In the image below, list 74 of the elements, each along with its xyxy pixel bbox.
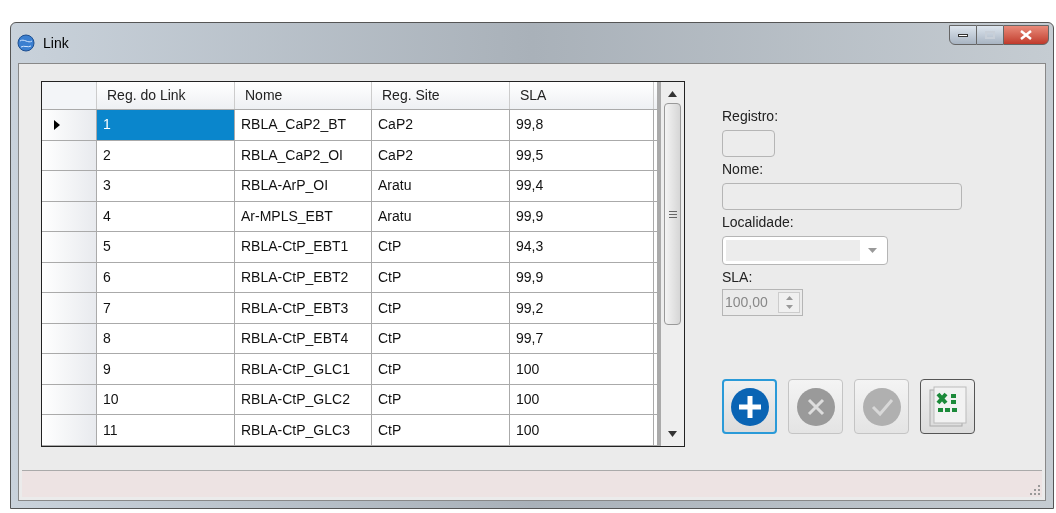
table-cell: RBLA-CtP_EBT2 — [235, 262, 372, 293]
table-cell: 3 — [97, 171, 235, 201]
column-header[interactable]: Reg. Site — [372, 82, 510, 109]
check-icon — [861, 386, 902, 427]
table-cell: RBLA-ArP_OI — [235, 171, 372, 201]
scroll-thumb[interactable] — [664, 103, 681, 325]
table-cell: 99,4 — [510, 171, 654, 201]
close-icon — [1020, 30, 1032, 40]
table-cell: 11 — [97, 415, 235, 445]
table-cell: RBLA-CtP_GLC2 — [235, 384, 372, 415]
window-title: Link — [43, 33, 69, 53]
table-cell: RBLA-CtP_EBT4 — [235, 323, 372, 354]
column-header[interactable]: SLA — [510, 82, 654, 109]
table-cell: 99,9 — [510, 201, 654, 232]
close-icon — [795, 386, 836, 427]
table-cell: 100 — [510, 415, 654, 445]
table-cell: RBLA_CaP2_OI — [235, 140, 372, 171]
table-cell: 10 — [97, 384, 235, 415]
table-cell: 9 — [97, 354, 235, 384]
table-cell: 99,7 — [510, 323, 654, 354]
table-cell: 7 — [97, 293, 235, 323]
column-header[interactable]: Reg. do Link — [97, 82, 235, 109]
table-cell: 99,5 — [510, 140, 654, 171]
field-label: Registro: — [722, 107, 779, 125]
plus-icon — [729, 386, 770, 427]
table-cell: 5 — [97, 232, 235, 262]
table-cell: 1 — [97, 109, 235, 140]
table-cell: CtP — [372, 415, 510, 445]
table-cell: 100 — [510, 384, 654, 415]
resize-grip-icon[interactable] — [1030, 485, 1040, 495]
table-cell: 4 — [97, 201, 235, 232]
field-label: SLA: — [722, 268, 753, 286]
table-cell: RBLA-CtP_EBT3 — [235, 293, 372, 323]
add-button[interactable] — [722, 379, 777, 434]
table-cell: CtP — [372, 293, 510, 323]
scroll-down-icon[interactable] — [668, 431, 677, 437]
down-arrow-icon — [785, 305, 793, 310]
table-cell: 99,8 — [510, 109, 654, 140]
table-cell: 6 — [97, 262, 235, 293]
table-cell: 99,2 — [510, 293, 654, 323]
globe-icon — [17, 34, 35, 52]
table-cell: 94,3 — [510, 232, 654, 262]
scroll-up-icon[interactable] — [668, 91, 677, 97]
table-cell: RBLA-CtP_EBT1 — [235, 232, 372, 262]
table-cell: Ar-MPLS_EBT — [235, 201, 372, 232]
table-cell: RBLA-CtP_GLC1 — [235, 354, 372, 384]
table-cell: 8 — [97, 323, 235, 354]
table-cell: CtP — [372, 323, 510, 354]
table-cell: 99,9 — [510, 262, 654, 293]
table-cell: 100 — [510, 354, 654, 384]
grip-icon — [668, 210, 677, 218]
table-cell: CaP2 — [372, 140, 510, 171]
minimize-button[interactable] — [949, 25, 977, 45]
close-button[interactable] — [1003, 25, 1049, 45]
table-cell: Aratu — [372, 171, 510, 201]
field-label: Nome: — [722, 160, 764, 178]
table-cell: RBLA_CaP2_BT — [235, 109, 372, 140]
maximize-button[interactable] — [977, 25, 1003, 45]
table-cell: CaP2 — [372, 109, 510, 140]
up-arrow-icon — [785, 295, 793, 300]
table-cell: RBLA-CtP_GLC3 — [235, 415, 372, 445]
table-cell: CtP — [372, 232, 510, 262]
table-cell: CtP — [372, 354, 510, 384]
column-header[interactable]: Nome — [235, 82, 372, 109]
table-cell: CtP — [372, 384, 510, 415]
table-cell: CtP — [372, 262, 510, 293]
spreadsheet-icon — [927, 385, 968, 428]
current-row-icon — [54, 119, 60, 130]
scrollbar[interactable] — [657, 82, 684, 446]
table-cell: Aratu — [372, 201, 510, 232]
caret-icon — [868, 248, 877, 253]
table-cell: 2 — [97, 140, 235, 171]
excel-button[interactable] — [920, 379, 975, 434]
field-label: Localidade: — [722, 213, 794, 231]
